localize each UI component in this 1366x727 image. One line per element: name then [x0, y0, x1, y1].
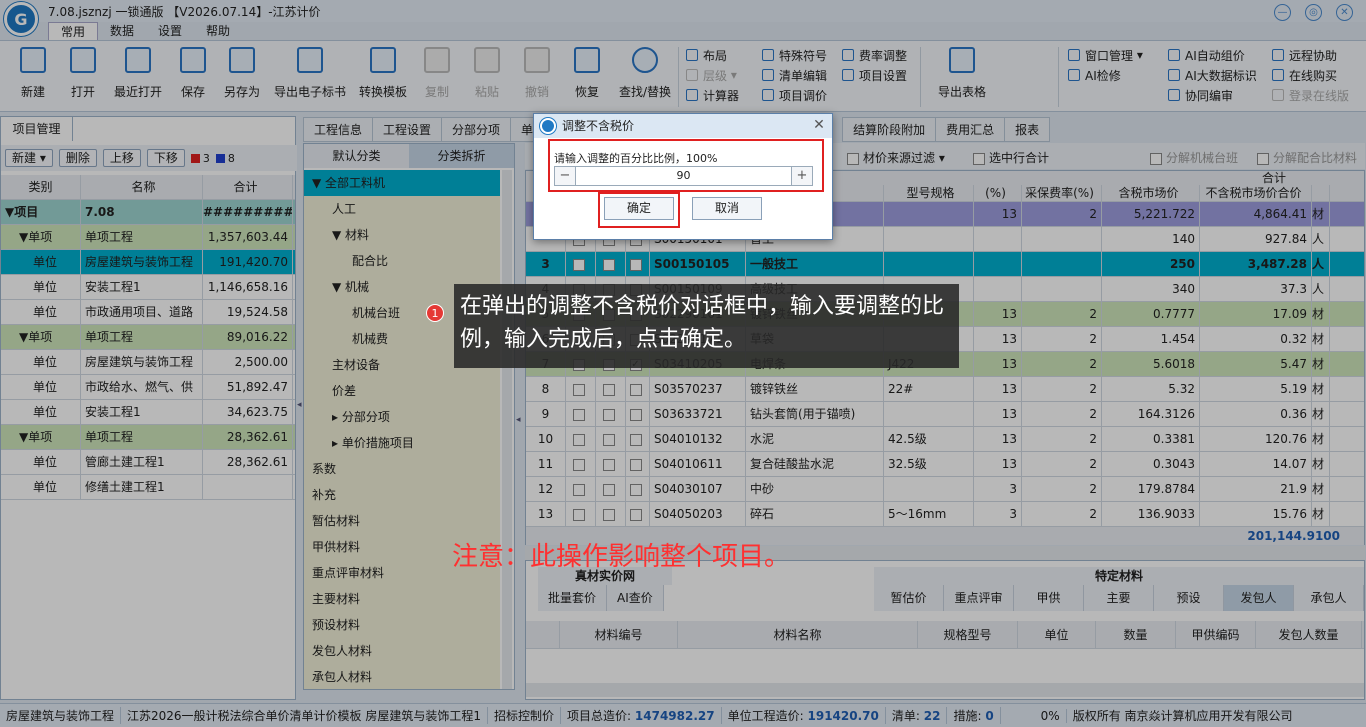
percent-stepper[interactable]: − 90 +	[554, 166, 813, 186]
increment-button[interactable]: +	[792, 167, 812, 185]
app-logo-icon	[540, 118, 556, 134]
adjust-price-dialog: 调整不含税价 ✕ 请输入调整的百分比比例，100% − 90 + 确定 取消	[533, 113, 833, 240]
step-badge: 1	[426, 304, 444, 322]
instruction-callout: 在弹出的调整不含税价对话框中，输入要调整的比例，输入完成后，点击确定。	[454, 284, 959, 368]
ok-button[interactable]: 确定	[604, 197, 674, 220]
dialog-close-icon[interactable]: ✕	[810, 116, 828, 134]
warning-note: 注意：此操作影响整个项目。	[452, 542, 791, 572]
cancel-button[interactable]: 取消	[692, 197, 762, 220]
dialog-title: 调整不含税价	[534, 114, 832, 138]
percent-input[interactable]: 90	[575, 167, 792, 185]
decrement-button[interactable]: −	[555, 167, 575, 185]
dialog-prompt: 请输入调整的百分比比例，100%	[554, 152, 718, 165]
